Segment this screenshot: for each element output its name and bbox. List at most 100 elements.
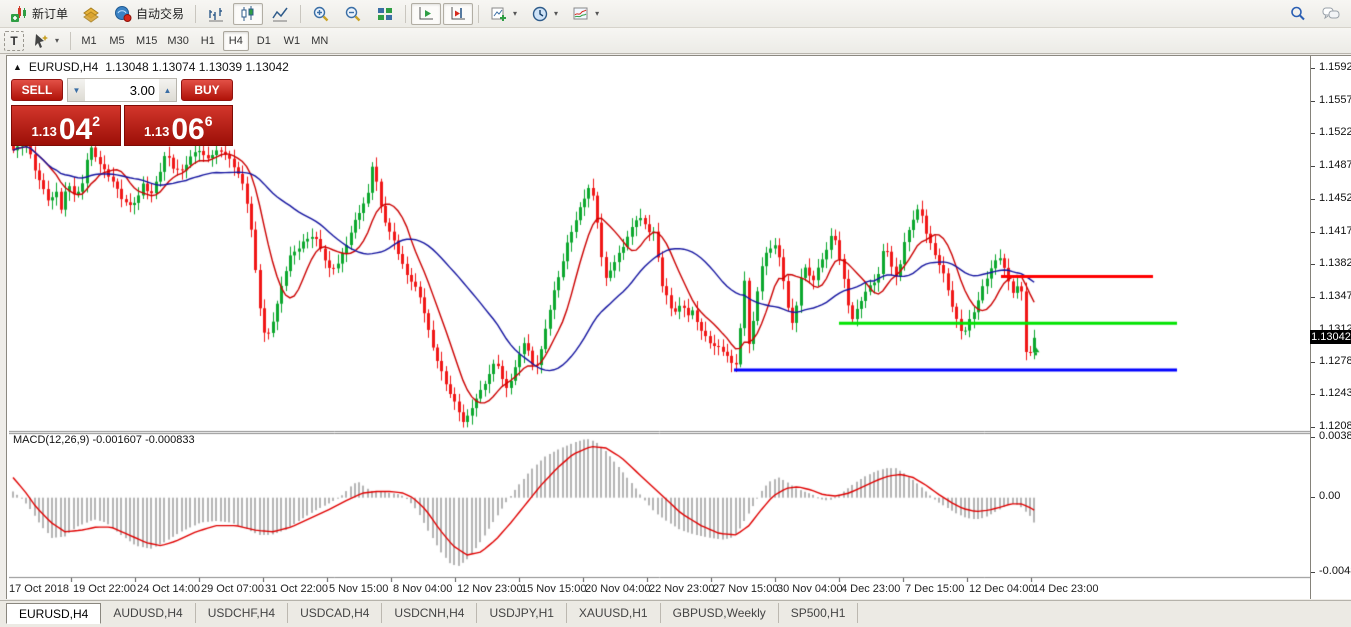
date-axis-label: 8 Nov 04:00	[393, 583, 452, 595]
price-axis-label: 1.15570	[1311, 94, 1351, 106]
zoom-out-icon	[344, 5, 362, 23]
timeframe-m15-button[interactable]: M15	[132, 31, 161, 51]
tab-xauusd[interactable]: XAUUSD,H1	[567, 603, 661, 623]
date-axis-label: 22 Nov 23:00	[649, 583, 714, 595]
toolbar-separator	[478, 5, 479, 23]
price-axis-label: 1.12430	[1311, 387, 1351, 399]
buy-price-pip: 6	[205, 113, 213, 129]
timeframe-m5-button[interactable]: M5	[104, 31, 130, 51]
volume-decrease-button[interactable]: ▼	[68, 79, 85, 101]
date-axis-label: 7 Dec 15:00	[905, 583, 964, 595]
toolbar-separator	[300, 5, 301, 23]
price-axis-label: 1.14870	[1311, 159, 1351, 171]
search-button[interactable]	[1283, 3, 1313, 25]
macd-axis-label: 0.00	[1311, 490, 1340, 502]
date-axis-label: 27 Nov 15:00	[713, 583, 778, 595]
timeframe-m30-button[interactable]: M30	[163, 31, 192, 51]
chart-ohlc-values: 1.13048 1.13074 1.13039 1.13042	[105, 60, 289, 74]
volume-increase-button[interactable]: ▲	[159, 79, 176, 101]
indicators-icon	[490, 5, 508, 23]
price-axis-label: 1.13820	[1311, 257, 1351, 269]
collapse-marker-icon[interactable]: ▲	[13, 62, 22, 72]
timeframe-d1-button[interactable]: D1	[251, 31, 277, 51]
date-axis-label: 29 Oct 07:00	[201, 583, 264, 595]
price-axis-label: 1.14170	[1311, 225, 1351, 237]
date-axis-label: 17 Oct 2018	[9, 583, 69, 595]
buy-price-tile[interactable]: 1.13 06 6	[124, 105, 234, 146]
autotrading-label: 自动交易	[136, 5, 184, 22]
timeframe-h4-button[interactable]: H4	[223, 31, 249, 51]
auto-scroll-button[interactable]	[411, 3, 441, 25]
new-order-button[interactable]: 新订单	[4, 3, 74, 25]
candlestick-chart-button[interactable]	[233, 3, 263, 25]
sell-price-big: 04	[59, 117, 92, 143]
tab-usdjpy[interactable]: USDJPY,H1	[477, 603, 566, 623]
date-axis-label: 30 Nov 04:00	[777, 583, 842, 595]
sell-price-pip: 2	[92, 113, 100, 129]
tab-eurusd[interactable]: EURUSD,H4	[6, 603, 101, 624]
chat-button[interactable]	[1315, 3, 1347, 25]
chat-icon	[1321, 5, 1341, 23]
autotrading-icon	[114, 5, 132, 23]
date-axis-label: 31 Oct 22:00	[265, 583, 328, 595]
toolbar-timeframes: T ▾ M1 M5 M15 M30 H1 H4 D1 W1 MN	[0, 28, 1351, 54]
new-order-icon	[10, 5, 28, 23]
periods-button[interactable]: ▾	[525, 3, 564, 25]
tab-gbpusd[interactable]: GBPUSD,Weekly	[661, 603, 779, 623]
price-axis-label: 1.15920	[1311, 61, 1351, 73]
sell-button[interactable]: SELL	[11, 79, 63, 101]
text-tool-button[interactable]: T	[4, 31, 24, 51]
tab-usdchf[interactable]: USDCHF,H4	[196, 603, 288, 623]
line-chart-button[interactable]	[265, 3, 295, 25]
search-icon	[1289, 5, 1307, 23]
current-price-tag: 1.13042	[1310, 330, 1351, 344]
date-axis-label: 14 Dec 23:00	[1033, 583, 1098, 595]
tab-usdcad[interactable]: USDCAD,H4	[288, 603, 382, 623]
zoom-in-button[interactable]	[306, 3, 336, 25]
dropdown-caret: ▾	[595, 9, 599, 18]
profiles-button[interactable]	[76, 3, 106, 25]
profiles-icon	[82, 5, 100, 23]
date-axis-label: 24 Oct 14:00	[137, 583, 200, 595]
chart-shift-button[interactable]	[443, 3, 473, 25]
tab-usdcnh[interactable]: USDCNH,H4	[382, 603, 477, 623]
toolbar-separator	[405, 5, 406, 23]
timeframe-mn-button[interactable]: MN	[307, 31, 333, 51]
bar-chart-button[interactable]	[201, 3, 231, 25]
macd-label: MACD(12,26,9) -0.001607 -0.000833	[13, 434, 195, 446]
date-axis-label: 4 Dec 23:00	[841, 583, 900, 595]
candlestick-chart-icon	[239, 5, 257, 23]
timeframe-h1-button[interactable]: H1	[195, 31, 221, 51]
auto-scroll-icon	[417, 5, 435, 23]
line-chart-icon	[271, 5, 289, 23]
tab-sp500[interactable]: SP500,H1	[779, 603, 859, 623]
date-axis-label: 12 Nov 23:00	[457, 583, 522, 595]
sell-price-tile[interactable]: 1.13 04 2	[11, 105, 121, 146]
indicators-button[interactable]: ▾	[484, 3, 523, 25]
text-tool-label: T	[10, 34, 17, 48]
timeframe-m1-button[interactable]: M1	[76, 31, 102, 51]
tile-windows-button[interactable]	[370, 3, 400, 25]
buy-button[interactable]: BUY	[181, 79, 233, 101]
cursor-tool-button[interactable]: ▾	[26, 30, 65, 52]
timeframe-w1-button[interactable]: W1	[279, 31, 305, 51]
toolbar-standard: 新订单 自动交易	[0, 0, 1351, 28]
buy-price-prefix: 1.13	[144, 124, 169, 139]
new-order-label: 新订单	[32, 5, 68, 22]
chart-shift-icon	[449, 5, 467, 23]
date-axis-label: 5 Nov 15:00	[329, 583, 388, 595]
tab-audusd[interactable]: AUDUSD,H4	[101, 603, 195, 623]
volume-input[interactable]	[85, 79, 159, 101]
tile-windows-icon	[376, 5, 394, 23]
chart-symbol-label: EURUSD,H4	[29, 60, 98, 74]
toolbar-separator	[195, 5, 196, 23]
chart-window: ▲ EURUSD,H4 1.13048 1.13074 1.13039 1.13…	[6, 55, 1351, 599]
autotrading-button[interactable]: 自动交易	[108, 3, 190, 25]
price-axis: 1.159201.155701.152201.148701.145201.141…	[1310, 56, 1351, 599]
macd-axis-label: -0.004856	[1311, 565, 1351, 577]
price-axis-label: 1.12780	[1311, 355, 1351, 367]
crosshair-cursor-icon	[32, 32, 50, 50]
chart-title: ▲ EURUSD,H4 1.13048 1.13074 1.13039 1.13…	[13, 60, 289, 74]
templates-button[interactable]: ▾	[566, 3, 605, 25]
zoom-out-button[interactable]	[338, 3, 368, 25]
